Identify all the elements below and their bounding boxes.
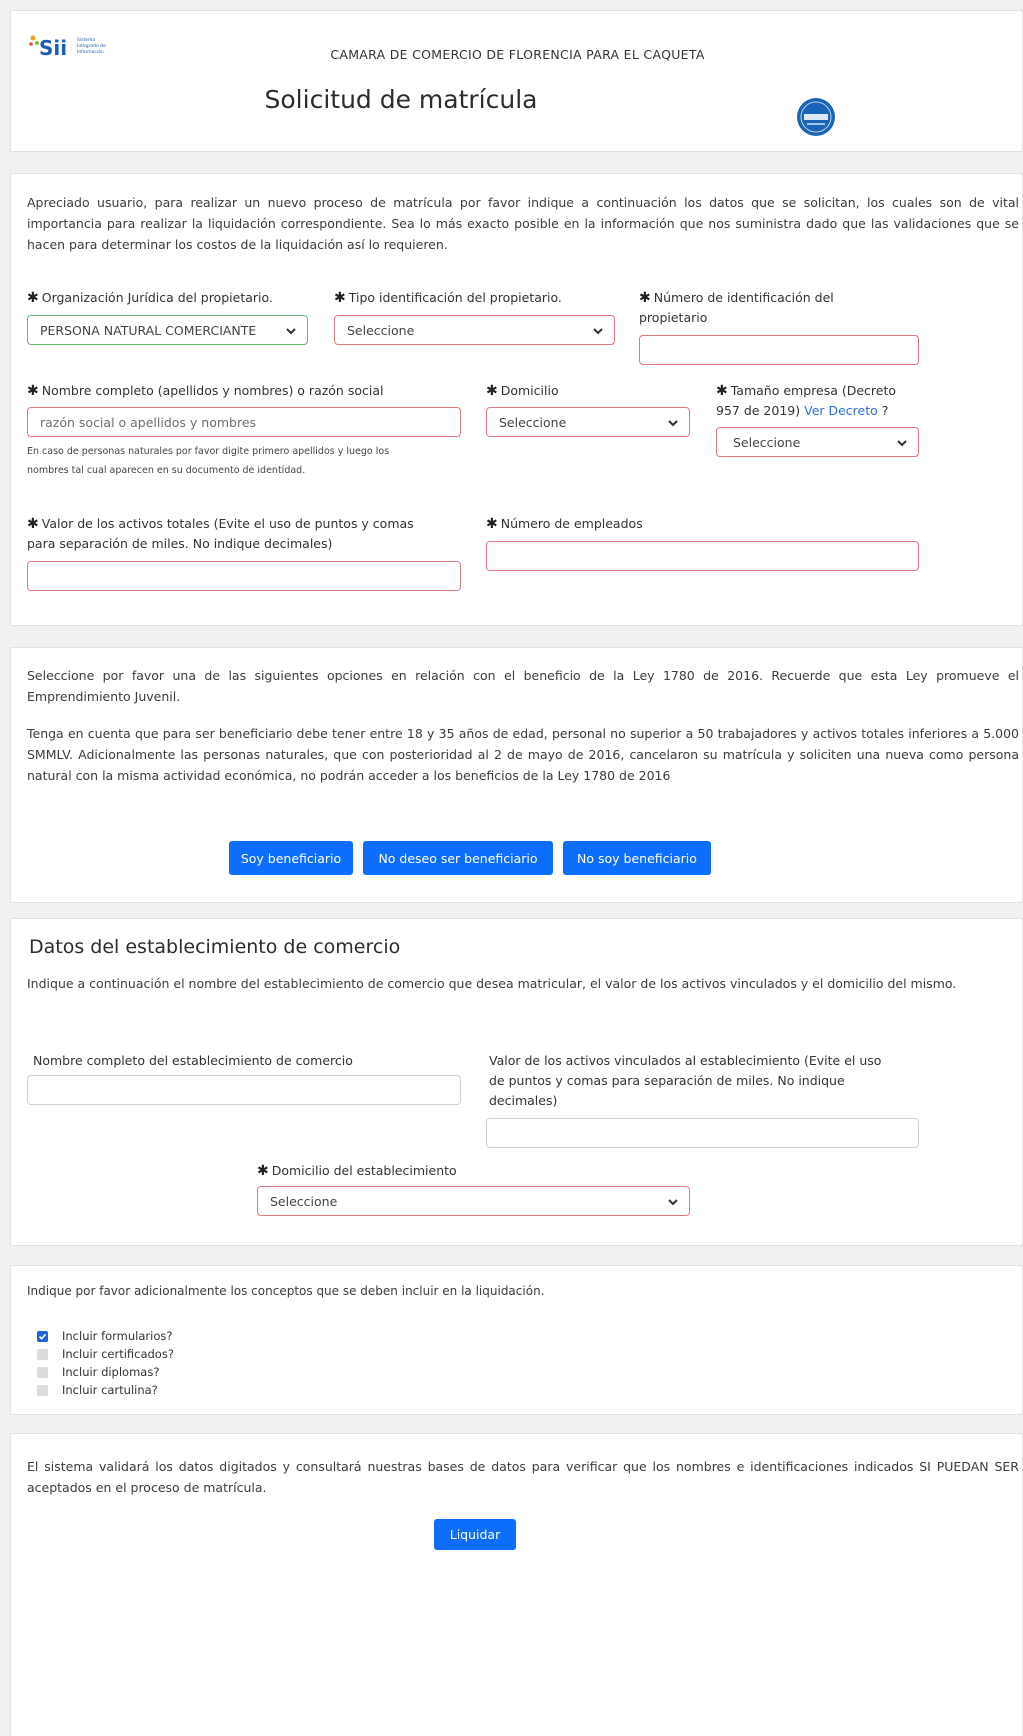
linked-assets-input[interactable] [486,1118,919,1148]
establishment-card: Datos del establecimiento de comercio In… [10,918,1023,1246]
employees-label: ✱ Número de empleados [486,516,643,532]
company-size-select-value: Seleccione [733,434,801,450]
chamber-name: CAMARA DE COMERCIO DE FLORENCIA PARA EL … [330,47,705,62]
name-note-line2: nombres tal cual aparecen en su document… [27,465,306,476]
required-icon: ✱ [27,383,39,399]
include-diplomas-checkbox[interactable] [37,1366,48,1378]
include-forms-option[interactable]: Incluir formularios? [37,1329,172,1343]
name-input-placeholder: razón social o apellidos y nombres [40,414,257,430]
certification-seal-icon [796,97,836,137]
id-number-input[interactable] [639,335,919,365]
establishment-intro-text: Indique a continuación el nombre del est… [27,976,957,991]
id-type-select-value: Seleccione [347,322,415,338]
domicile-select[interactable]: Seleccione [486,407,690,437]
org-select[interactable]: PERSONA NATURAL COMERCIANTE [27,315,308,345]
org-label: ✱ Organización Jurídica del propietario. [27,290,273,306]
id-number-label: ✱ Número de identificación del propietari… [639,290,834,325]
name-note-line1: En caso de personas naturales por favor … [27,446,390,457]
include-certificates-label: Incluir certificados? [62,1347,174,1361]
decree-link[interactable]: Ver Decreto [804,403,878,418]
benefit-conditions-text: Tenga en cuenta que para ser beneficiari… [27,726,1019,783]
soy-beneficiario-button[interactable]: Soy beneficiario [229,841,353,875]
owner-data-card: Apreciado usuario, para realizar un nuev… [10,173,1023,626]
include-certificates-checkbox[interactable] [37,1348,48,1360]
chevron-down-icon [668,1199,678,1206]
include-forms-label: Incluir formularios? [62,1329,173,1343]
establishment-name-input[interactable] [27,1075,461,1105]
total-assets-label: ✱ Valor de los activos totales (Evite el … [27,516,414,551]
include-certificates-option[interactable]: Incluir certificados? [37,1347,174,1361]
include-cardboard-option[interactable]: Incluir cartulina? [37,1383,158,1397]
no-deseo-ser-beneficiario-button[interactable]: No deseo ser beneficiario [363,841,553,875]
id-type-select[interactable]: Seleccione [334,315,615,345]
name-label: ✱ Nombre completo (apellidos y nombres) o… [27,383,384,399]
required-icon: ✱ [716,383,728,399]
no-soy-beneficiario-button[interactable]: No soy beneficiario [563,841,711,875]
include-forms-checkbox[interactable] [37,1330,48,1342]
required-icon: ✱ [486,516,498,532]
establishment-name-label: Nombre completo del establecimiento de c… [33,1053,353,1068]
establishment-title: Datos del establecimiento de comercio [29,936,401,958]
required-icon: ✱ [27,516,39,532]
include-cardboard-label: Incluir cartulina? [62,1383,158,1397]
domicile-label: ✱ Domicilio [486,383,559,399]
employees-input[interactable] [486,541,919,571]
include-diplomas-label: Incluir diplomas? [62,1365,160,1379]
linked-assets-label: Valor de los activos vinculados al estab… [489,1053,882,1108]
benefit-card: Seleccione por favor una de las siguient… [10,647,1023,903]
owner-intro-text: Apreciado usuario, para realizar un nuev… [27,195,1019,252]
establishment-domicile-select-value: Seleccione [270,1193,338,1209]
chevron-down-icon [593,328,603,335]
required-icon: ✱ [334,290,346,306]
chevron-down-icon [286,328,296,335]
name-input[interactable]: razón social o apellidos y nombres [27,407,461,437]
concepts-intro-text: Indique por favor adicionalmente los con… [27,1284,545,1298]
benefit-intro-text: Seleccione por favor una de las siguient… [27,668,1019,704]
required-icon: ✱ [257,1163,269,1179]
required-icon: ✱ [639,290,651,306]
header-card: Sii Sistema Integrado de Información CAM… [10,10,1023,152]
company-size-label: ✱ Tamaño empresa (Decreto 957 de 2019) Ve… [716,383,897,418]
required-icon: ✱ [486,383,498,399]
validation-notice-text: El sistema validará los datos digitados … [27,1459,1019,1495]
establishment-domicile-label: ✱ Domicilio del establecimiento [257,1163,457,1179]
include-cardboard-checkbox[interactable] [37,1384,48,1396]
company-size-select[interactable]: Seleccione [716,427,919,457]
page-title: Solicitud de matrícula [264,85,538,114]
chevron-down-icon [668,420,678,427]
submit-card: El sistema validará los datos digitados … [10,1433,1023,1736]
total-assets-input[interactable] [27,561,461,591]
required-icon: ✱ [27,290,39,306]
chevron-down-icon [897,440,907,447]
include-diplomas-option[interactable]: Incluir diplomas? [37,1365,159,1379]
id-type-label: ✱ Tipo identificación del propietario. [334,290,562,306]
checkmark-icon [38,1333,47,1340]
domicile-select-value: Seleccione [499,414,567,430]
org-select-value: PERSONA NATURAL COMERCIANTE [40,322,257,338]
help-icon[interactable]: ? [882,403,889,418]
establishment-domicile-select[interactable]: Seleccione [257,1186,690,1216]
name-note: En caso de personas naturales por favor … [27,442,467,480]
liquidar-button[interactable]: Liquidar [434,1519,516,1550]
concepts-card: Indique por favor adicionalmente los con… [10,1265,1023,1415]
